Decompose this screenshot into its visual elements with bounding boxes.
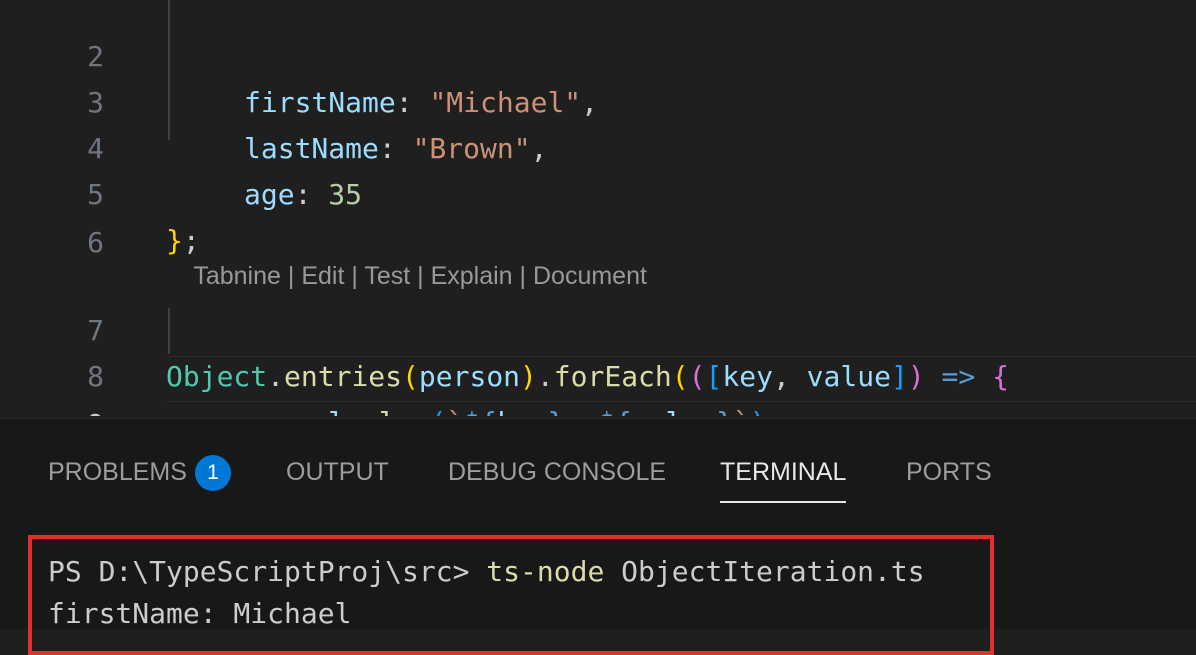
tab-output[interactable]: OUTPUT [286,455,389,489]
codelens-actions: Tabnine | Edit | Test | Explain | Docume… [193,262,647,290]
terminal-output-line: firstName: Michael [48,597,352,630]
console-identifier: console [244,406,362,416]
code-line[interactable]: 3 lastName: "Brown", [0,34,1196,165]
code-line[interactable]: 6 [0,174,1196,259]
code-line[interactable]: 2 firstName: "Michael", [0,0,1196,119]
terminal-command: ts-node [486,555,605,588]
code-editor[interactable]: 2 firstName: "Michael", 3 lastName: "Bro… [0,0,1196,416]
code-line[interactable]: 4 age: 35 [0,80,1196,211]
terminal-argument: ObjectIteration.ts [604,555,925,588]
panel-tabs: PROBLEMS 1 OUTPUT DEBUG CONSOLE TERMINAL … [0,419,1196,509]
problems-count-badge: 1 [194,455,231,491]
terminal-command-line[interactable]: PS D:\TypeScriptProj\src> ts-node Object… [48,551,925,593]
tab-terminal[interactable]: TERMINAL [720,455,847,503]
tab-ports[interactable]: PORTS [906,455,992,489]
code-line[interactable]: 8 console.log(`${key}: ${value}`); [0,308,1196,416]
code-line[interactable]: 5 }; [0,126,1196,257]
line-number: 9 [0,402,104,416]
tab-problems[interactable]: PROBLEMS 1 [48,455,231,491]
bottom-panel: PROBLEMS 1 OUTPUT DEBUG CONSOLE TERMINAL … [0,418,1196,655]
template-key: key [497,406,548,416]
template-value: value [632,406,716,416]
line-number: 6 [87,226,104,259]
tab-debug-console[interactable]: DEBUG CONSOLE [448,455,666,489]
code-line[interactable]: 9 }); [0,356,1196,416]
code-line[interactable]: 7 Object.entries(person).forEach(([key, … [0,262,1196,393]
terminal-prompt: PS D:\TypeScriptProj\src> [48,555,487,588]
log-method: log [379,406,430,416]
